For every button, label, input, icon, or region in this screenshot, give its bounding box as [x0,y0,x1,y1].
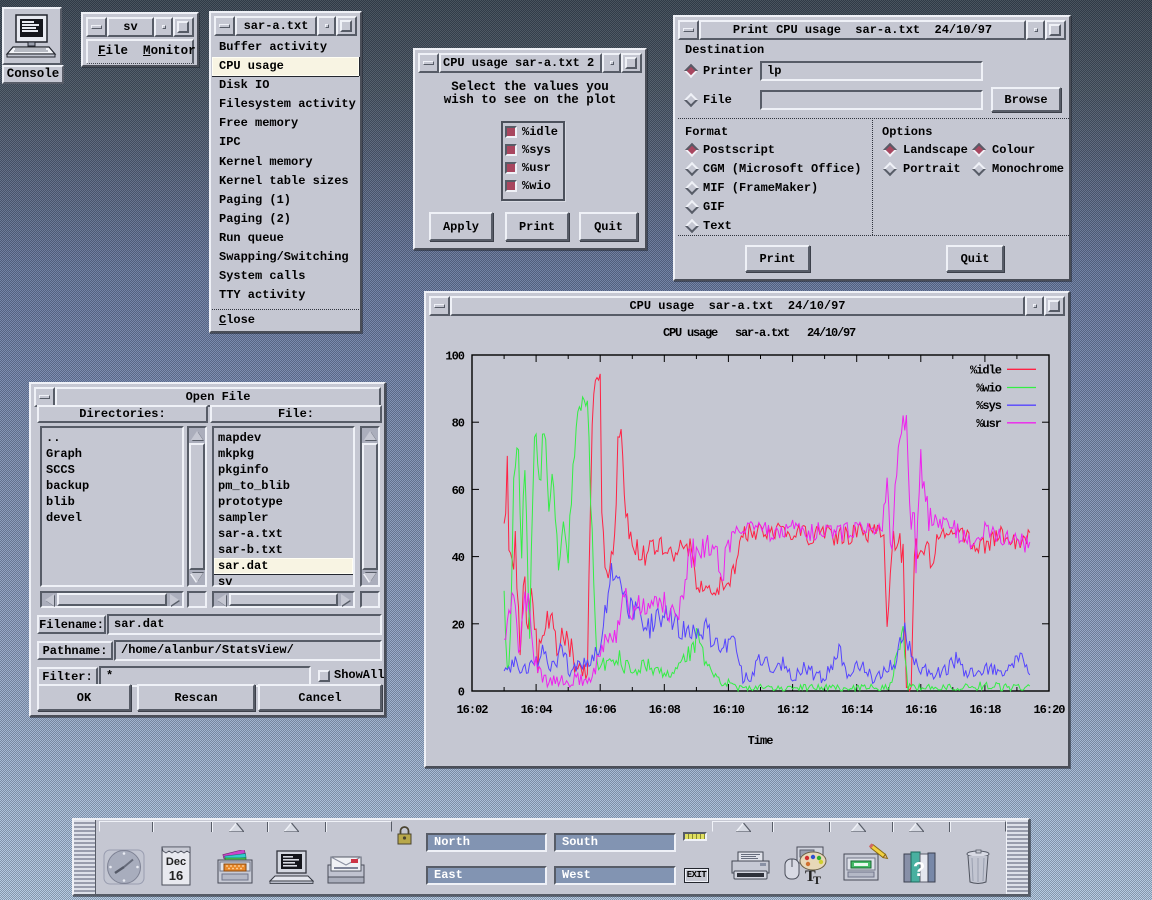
svg-text:?: ? [913,859,925,881]
svg-text:CPU usage sar-a.txt 24/10/: CPU usage sar-a.txt 24/10/97 [663,326,856,340]
svg-text:%usr: %usr [976,417,1002,431]
svg-text:16:14: 16:14 [841,703,873,717]
svg-text:T: T [813,873,821,886]
svg-text:16: 16 [169,868,183,883]
svg-text:%sys: %sys [976,399,1002,413]
svg-text:16:20: 16:20 [1033,703,1065,717]
svg-text:16:18: 16:18 [969,703,1001,717]
svg-text:Time: Time [748,734,774,748]
svg-text:16:04: 16:04 [521,703,553,717]
svg-text:20: 20 [452,618,465,632]
svg-text:40: 40 [452,551,465,565]
svg-text:80: 80 [452,417,465,431]
svg-text:16:02: 16:02 [456,703,488,717]
svg-text:60: 60 [452,484,465,498]
svg-text:16:16: 16:16 [905,703,937,717]
svg-text:16:08: 16:08 [649,703,681,717]
svg-text:0: 0 [458,686,465,700]
svg-text:16:10: 16:10 [713,703,745,717]
svg-text:16:06: 16:06 [585,703,617,717]
svg-text:Dec: Dec [166,856,186,868]
svg-text:%idle: %idle [970,363,1002,377]
svg-text:16:12: 16:12 [777,703,809,717]
svg-text:%wio: %wio [976,382,1002,396]
svg-text:100: 100 [445,350,464,364]
